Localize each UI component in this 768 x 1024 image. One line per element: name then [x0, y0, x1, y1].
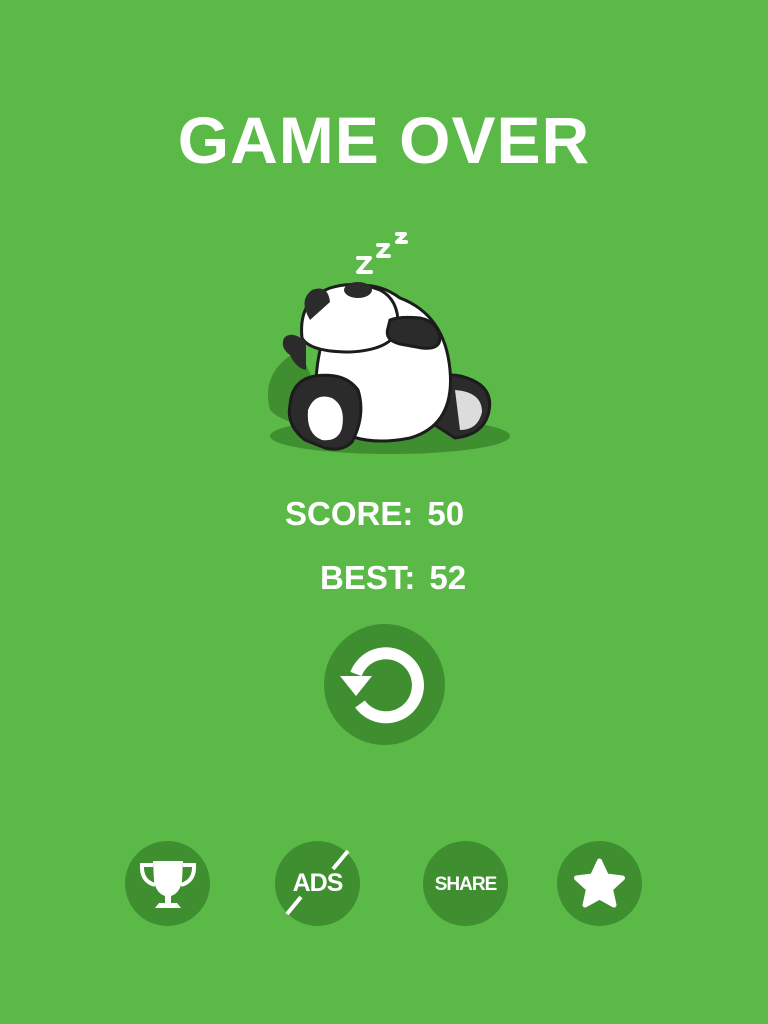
- score-display: SCORE: 50: [285, 494, 464, 534]
- trophy-icon: [139, 861, 197, 908]
- replay-arrow-icon: [340, 647, 424, 724]
- sleep-zzz-icon: [356, 232, 408, 274]
- remove-ads-button[interactable]: ADS: [275, 841, 360, 926]
- ads-label: ADS: [292, 869, 344, 897]
- game-over-title: GAME OVER: [177, 103, 591, 177]
- best-value: 52: [429, 559, 467, 596]
- sleeping-panda-illustration: [250, 220, 520, 470]
- best-score-display: BEST: 52: [320, 558, 466, 598]
- star-icon: [574, 858, 625, 908]
- rate-button[interactable]: [557, 841, 642, 926]
- score-value: 50: [427, 495, 465, 532]
- share-button[interactable]: SHARE: [423, 841, 508, 926]
- share-label: SHARE: [434, 874, 498, 895]
- replay-button[interactable]: [324, 624, 445, 745]
- best-label: BEST:: [320, 559, 416, 596]
- score-label: SCORE:: [285, 495, 414, 532]
- leaderboard-button[interactable]: [125, 841, 210, 926]
